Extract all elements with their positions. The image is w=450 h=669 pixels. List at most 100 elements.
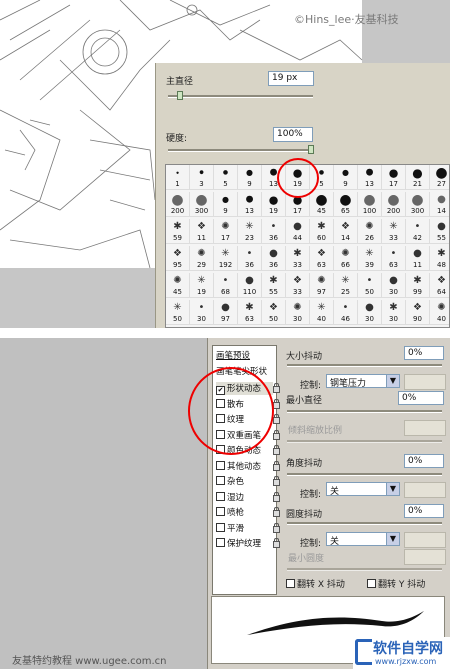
brush-preset[interactable]: ✺ 30 bbox=[286, 300, 310, 325]
brush-preset[interactable]: ✳ 39 bbox=[358, 246, 382, 271]
brush-preset[interactable]: ✱ 33 bbox=[286, 246, 310, 271]
angle-jitter-slider[interactable] bbox=[287, 473, 442, 476]
control-select-2[interactable]: 关 ▼ bbox=[326, 482, 400, 497]
flip-x-jitter[interactable]: 翻转 X 抖动 bbox=[286, 577, 345, 590]
brush-preset[interactable]: ● 14 bbox=[430, 192, 449, 217]
min-diameter-slider[interactable] bbox=[287, 410, 442, 413]
brush-preset[interactable]: ● 9 bbox=[238, 165, 262, 190]
size-jitter-slider[interactable] bbox=[287, 364, 442, 367]
brush-preset[interactable]: ❖ 14 bbox=[334, 219, 358, 244]
roundness-jitter-field[interactable]: 0% bbox=[404, 504, 444, 518]
brush-preset[interactable]: • 50 bbox=[358, 273, 382, 298]
brush-preset[interactable]: • 36 bbox=[238, 246, 262, 271]
brush-preset[interactable]: ● 300 bbox=[406, 192, 430, 217]
brush-preset[interactable]: ● 3 bbox=[190, 165, 214, 190]
list-item-dynamics[interactable]: 保护纹理 bbox=[216, 537, 280, 549]
checkbox[interactable] bbox=[216, 491, 225, 501]
brush-preset[interactable]: ● 110 bbox=[238, 273, 262, 298]
brush-preset[interactable]: ● 11 bbox=[406, 246, 430, 271]
lock-icon[interactable] bbox=[273, 476, 280, 486]
brush-preset[interactable]: ● 13 bbox=[358, 165, 382, 190]
lock-icon[interactable] bbox=[273, 507, 280, 517]
lock-icon[interactable] bbox=[273, 522, 280, 533]
brush-preset[interactable]: ✺ 97 bbox=[310, 273, 334, 298]
brush-preset[interactable]: ● 36 bbox=[262, 246, 286, 271]
brush-preset[interactable]: ● 9 bbox=[334, 165, 358, 190]
size-jitter-field[interactable]: 0% bbox=[404, 346, 444, 360]
hardness-field[interactable]: 100% bbox=[273, 127, 313, 142]
brush-preset[interactable]: ● 30 bbox=[358, 300, 382, 325]
brush-preset[interactable]: ✺ 40 bbox=[430, 300, 449, 325]
brush-preset[interactable]: ❖ 63 bbox=[310, 246, 334, 271]
lock-icon[interactable] bbox=[273, 491, 280, 502]
min-diameter-field[interactable]: 0% bbox=[398, 391, 444, 405]
brush-preset[interactable]: ● 55 bbox=[430, 219, 449, 244]
brush-preset[interactable]: ● 17 bbox=[382, 165, 406, 190]
lock-icon[interactable] bbox=[273, 460, 280, 471]
brush-preset[interactable]: ✱ 59 bbox=[166, 219, 190, 244]
brush-preset[interactable]: ❖ 95 bbox=[166, 246, 190, 271]
brush-preset[interactable]: ❖ 33 bbox=[286, 273, 310, 298]
checkbox[interactable] bbox=[216, 460, 225, 470]
hardness-slider-track[interactable] bbox=[168, 149, 313, 152]
list-item-dynamics[interactable]: 杂色 bbox=[216, 475, 280, 487]
brush-preset[interactable]: • 68 bbox=[214, 273, 238, 298]
checkbox[interactable] bbox=[216, 476, 225, 485]
brush-preset[interactable]: ● 13 bbox=[238, 192, 262, 217]
brush-preset[interactable]: ✺ 45 bbox=[166, 273, 190, 298]
brush-preset[interactable]: ✱ 55 bbox=[262, 273, 286, 298]
brush-preset[interactable]: ❖ 50 bbox=[262, 300, 286, 325]
list-item-dynamics[interactable]: 湿边 bbox=[216, 491, 280, 503]
control-select-1[interactable]: 钢笔压力 ▼ bbox=[326, 374, 400, 389]
list-item-dynamics[interactable]: 平滑 bbox=[216, 522, 280, 534]
brush-preset[interactable]: ✺ 29 bbox=[190, 246, 214, 271]
brush-preset[interactable]: ✳ 23 bbox=[238, 219, 262, 244]
flip-y-jitter[interactable]: 翻转 Y 抖动 bbox=[367, 577, 425, 590]
brush-preset[interactable]: ✱ 99 bbox=[406, 273, 430, 298]
brush-preset[interactable]: ● 21 bbox=[406, 165, 430, 190]
brush-preset[interactable]: ✱ 60 bbox=[310, 219, 334, 244]
brush-preset[interactable]: ● 27 bbox=[430, 165, 449, 190]
brush-preset[interactable]: ✱ 63 bbox=[238, 300, 262, 325]
brush-preset[interactable]: ● 200 bbox=[382, 192, 406, 217]
chevron-down-icon[interactable]: ▼ bbox=[386, 375, 399, 387]
brush-preset[interactable]: ❖ 64 bbox=[430, 273, 449, 298]
diameter-field[interactable]: 19 px bbox=[268, 71, 314, 86]
brush-preset[interactable]: ✳ 25 bbox=[334, 273, 358, 298]
brush-preset[interactable]: ● 44 bbox=[286, 219, 310, 244]
brush-preset[interactable]: • 46 bbox=[334, 300, 358, 325]
checkbox[interactable] bbox=[216, 538, 225, 547]
lock-icon[interactable] bbox=[273, 538, 280, 548]
brush-preset[interactable]: ✳ 33 bbox=[382, 219, 406, 244]
brush-preset[interactable]: ● 5 bbox=[214, 165, 238, 190]
list-item-presets[interactable]: 画笔预设 bbox=[216, 349, 250, 361]
brush-preset[interactable]: ✳ 40 bbox=[310, 300, 334, 325]
diameter-slider-thumb[interactable] bbox=[177, 91, 183, 100]
brush-preset[interactable]: ● 300 bbox=[190, 192, 214, 217]
hardness-slider-thumb[interactable] bbox=[308, 145, 314, 154]
brush-preset[interactable]: ● 9 bbox=[214, 192, 238, 217]
brush-preset[interactable]: ✱ 30 bbox=[382, 300, 406, 325]
checkbox[interactable] bbox=[216, 522, 225, 532]
control-select-3[interactable]: 关 ▼ bbox=[326, 532, 400, 547]
checkbox[interactable] bbox=[216, 507, 225, 516]
brush-preset[interactable]: ✺ 66 bbox=[334, 246, 358, 271]
brush-preset[interactable]: • 63 bbox=[382, 246, 406, 271]
brush-preset[interactable]: ✱ 48 bbox=[430, 246, 449, 271]
chevron-down-icon[interactable]: ▼ bbox=[386, 483, 399, 495]
brush-preset[interactable]: ● 97 bbox=[214, 300, 238, 325]
brush-preset[interactable]: ✳ 50 bbox=[166, 300, 190, 325]
brush-preset[interactable]: ✳ 192 bbox=[214, 246, 238, 271]
flip-x-checkbox[interactable] bbox=[286, 579, 295, 588]
list-item-dynamics[interactable]: 喷枪 bbox=[216, 506, 280, 518]
brush-preset[interactable]: ✳ 19 bbox=[190, 273, 214, 298]
diameter-slider-track[interactable] bbox=[168, 95, 313, 98]
brush-preset[interactable]: • 42 bbox=[406, 219, 430, 244]
brush-preset[interactable]: ● 100 bbox=[358, 192, 382, 217]
brush-preset[interactable]: • 30 bbox=[190, 300, 214, 325]
brush-preset[interactable]: ● 200 bbox=[166, 192, 190, 217]
roundness-jitter-slider[interactable] bbox=[287, 522, 442, 525]
angle-jitter-field[interactable]: 0% bbox=[404, 454, 444, 468]
brush-preset[interactable]: ● 1 bbox=[166, 165, 190, 190]
chevron-down-icon[interactable]: ▼ bbox=[386, 533, 399, 545]
